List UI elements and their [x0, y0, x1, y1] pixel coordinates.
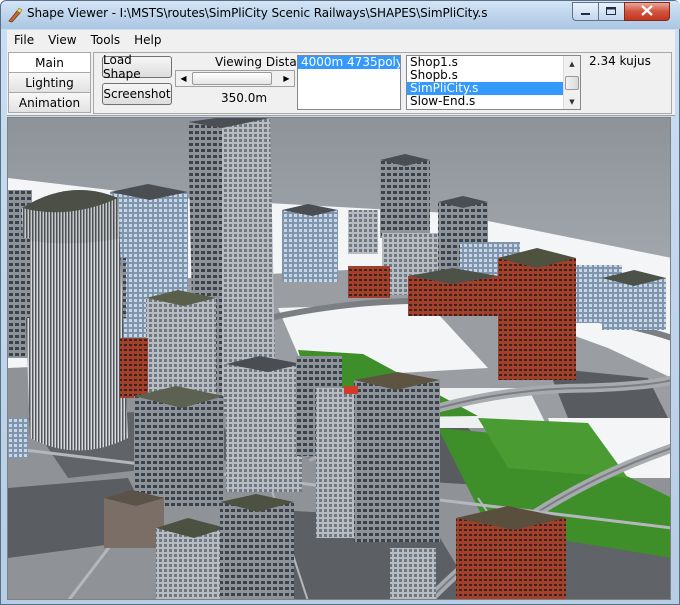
city-scene	[8, 118, 670, 599]
title-bar[interactable]: Shape Viewer - I:\MSTS\routes\SimPliCity…	[1, 1, 680, 29]
scroll-up-icon[interactable]: ▲	[564, 56, 580, 71]
shape-item[interactable]: Slow-End.s	[407, 95, 580, 108]
app-window: Shape Viewer - I:\MSTS\routes\SimPliCity…	[0, 0, 680, 605]
control-area: Main Lighting Animation Load Shape Scree…	[7, 50, 675, 116]
maximize-icon	[606, 5, 617, 19]
shape-viewer-icon	[7, 7, 23, 23]
menu-bar: File View Tools Help	[7, 30, 675, 50]
tab-lighting[interactable]: Lighting	[8, 72, 91, 93]
minimize-icon	[580, 5, 591, 19]
scroll-down-icon[interactable]: ▼	[564, 94, 580, 109]
scroll-thumb[interactable]	[565, 76, 579, 90]
3d-viewport[interactable]	[7, 117, 671, 600]
slider-right-arrow-icon[interactable]: ▶	[279, 71, 294, 86]
window-title: Shape Viewer - I:\MSTS\routes\SimPliCity…	[27, 6, 488, 20]
maximize-button[interactable]	[598, 2, 625, 21]
slider-left-arrow-icon[interactable]: ◀	[176, 71, 191, 86]
menu-tools[interactable]: Tools	[84, 30, 128, 50]
main-panel: Load Shape Screenshot Viewing Distance ◀…	[93, 52, 672, 114]
shape-list-scrollbar[interactable]: ▲ ▼	[563, 56, 580, 109]
minimize-button[interactable]	[572, 2, 599, 21]
scale-status: 2.34 kujus	[589, 54, 651, 68]
close-icon	[641, 4, 653, 19]
lod-item[interactable]: 4000m 4735polys	[298, 56, 400, 69]
viewing-distance-value: 350.0m	[221, 91, 268, 105]
shape-list[interactable]: Shop1.s Shopb.s SimPliCity.s Slow-End.s …	[406, 55, 581, 110]
menu-view[interactable]: View	[41, 30, 83, 50]
viewing-distance-slider[interactable]: ◀ ▶	[175, 70, 295, 87]
menu-file[interactable]: File	[7, 30, 41, 50]
tab-main[interactable]: Main	[8, 52, 91, 73]
slider-thumb[interactable]	[192, 72, 272, 85]
lod-list[interactable]: 4000m 4735polys	[297, 55, 401, 110]
close-button[interactable]	[624, 2, 670, 21]
load-shape-button[interactable]: Load Shape	[102, 53, 172, 81]
tab-animation[interactable]: Animation	[8, 92, 91, 113]
menu-help[interactable]: Help	[127, 30, 168, 50]
screenshot-button[interactable]: Screenshot	[102, 83, 172, 105]
